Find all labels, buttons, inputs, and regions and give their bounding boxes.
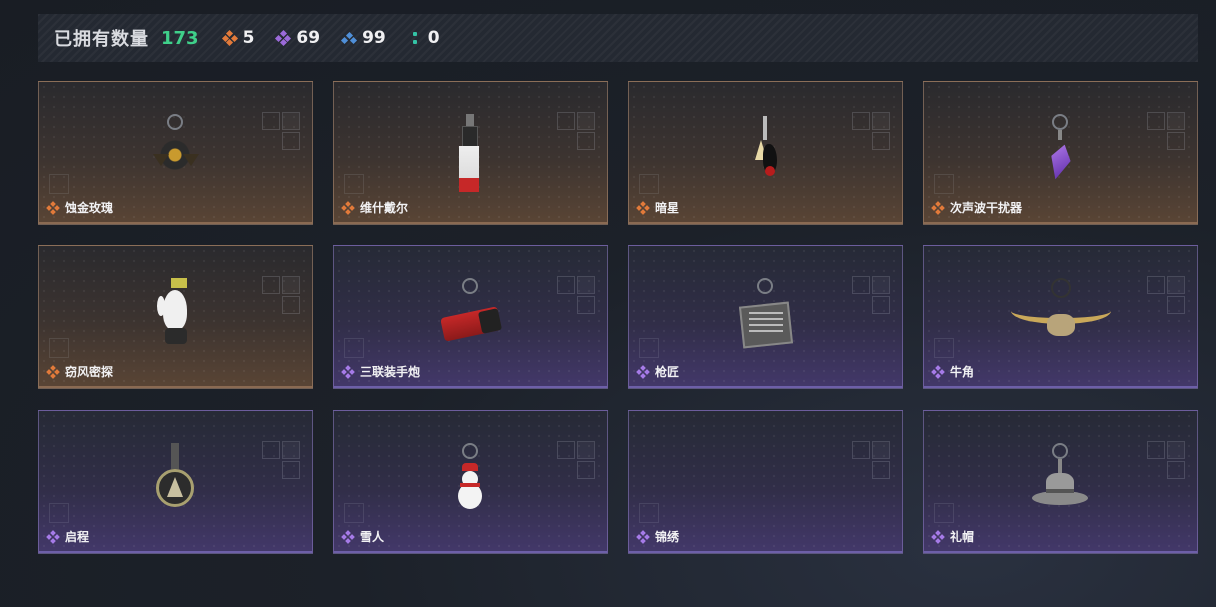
rabbit-charm-icon [141,278,211,358]
item-name: 暗星 [655,201,680,215]
item-card[interactable]: 暗星 [628,81,903,225]
rose-charm-icon [141,114,211,194]
legendary-rarity-icon [341,200,355,215]
item-name: 次声波干扰器 [950,201,1023,215]
item-name: 启程 [65,530,90,544]
snowman-charm-icon [436,443,506,523]
item-card[interactable]: 次声波干扰器 [923,81,1198,225]
item-name: 维什戴尔 [360,201,409,215]
hat-charm-icon [1026,443,1096,523]
orange-rarity-icon [221,29,238,47]
epic-rarity-icon [931,529,945,544]
hand-cannon-charm-icon [436,278,506,358]
teal-rarity-icon [408,31,422,45]
stat-epic: 69 [275,28,321,48]
stat-value: 0 [427,28,440,48]
stat-legendary: 5 [221,28,255,48]
epic-rarity-icon [341,364,355,379]
horns-charm-icon [1010,278,1111,358]
epic-rarity-icon [636,364,650,379]
item-card[interactable]: 三联装手炮 [333,245,608,389]
stat-value: 69 [296,28,321,48]
collection-summary-bar: 已拥有数量 173 5 69 99 0 [38,14,1198,62]
tag-charm-icon [436,114,506,194]
legendary-rarity-icon [636,200,650,215]
item-card[interactable]: 启程 [38,410,313,554]
emblem-charm-icon [141,443,211,523]
item-card[interactable]: 蚀金玫瑰 [38,81,313,225]
item-name: 三联装手炮 [360,365,421,379]
item-name: 雪人 [360,530,385,544]
blue-rarity-icon [341,31,358,45]
legendary-rarity-icon [46,200,60,215]
owned-label: 已拥有数量 [54,29,149,50]
item-card[interactable]: 牛角 [923,245,1198,389]
item-card[interactable]: 雪人 [333,410,608,554]
item-name: 牛角 [950,365,975,379]
purple-rarity-icon [275,29,292,47]
item-card[interactable]: 窃风密探 [38,245,313,389]
epic-rarity-icon [341,529,355,544]
item-name: 礼帽 [950,530,975,544]
owned-count: 173 [161,27,199,49]
stat-value: 99 [362,28,386,48]
crystal-charm-icon [1026,114,1096,194]
legendary-rarity-icon [931,200,945,215]
item-card[interactable]: 维什戴尔 [333,81,608,225]
gunsmith-charm-icon [731,278,801,358]
epic-rarity-icon [636,529,650,544]
item-name: 枪匠 [655,365,680,379]
item-name: 蚀金玫瑰 [65,201,114,215]
item-card[interactable]: 礼帽 [923,410,1198,554]
legendary-rarity-icon [46,364,60,379]
dark-star-charm-icon [731,114,801,194]
stat-common: 0 [408,28,440,48]
item-card[interactable]: 枪匠 [628,245,903,389]
item-name: 锦绣 [655,530,680,544]
stat-value: 5 [242,28,255,48]
stat-rare: 99 [341,28,386,48]
item-name: 窃风密探 [65,365,114,379]
epic-rarity-icon [931,364,945,379]
epic-rarity-icon [46,529,60,544]
item-card[interactable]: 锦绣 [628,410,903,554]
